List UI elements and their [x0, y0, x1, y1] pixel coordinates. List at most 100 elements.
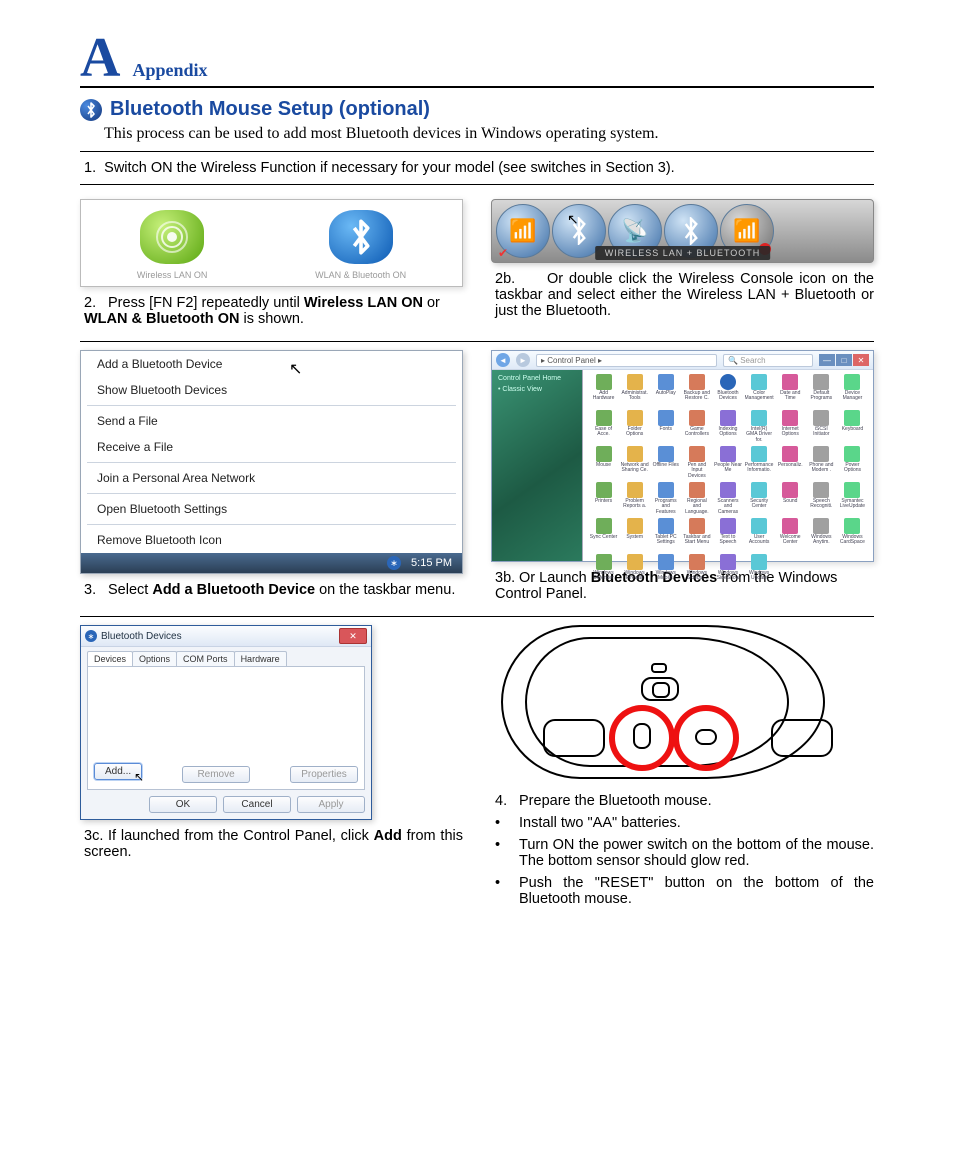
- apply-button[interactable]: Apply: [297, 796, 365, 813]
- wlan-on-icon: [140, 210, 204, 264]
- control-panel-item[interactable]: Bluetooth Devices: [713, 373, 742, 407]
- control-panel-item[interactable]: Mouse: [589, 445, 618, 479]
- control-panel-item[interactable]: Tablet PC Settings: [651, 517, 680, 551]
- menu-remove-bt-icon[interactable]: Remove Bluetooth Icon: [81, 527, 462, 553]
- control-panel-item[interactable]: Pen and Input Devices: [682, 445, 711, 479]
- control-panel-item[interactable]: Windows SideShow: [713, 553, 742, 587]
- check-icon: ✔: [498, 246, 508, 260]
- search-input[interactable]: 🔍 Search: [723, 354, 813, 367]
- control-panel-item[interactable]: Offline Files: [651, 445, 680, 479]
- control-panel-item[interactable]: Programs and Features: [651, 481, 680, 515]
- control-panel-item[interactable]: Windows Defender: [589, 553, 618, 587]
- window-max-icon[interactable]: □: [836, 354, 852, 366]
- control-panel-item[interactable]: Phone and Modem .: [807, 445, 836, 479]
- bluetooth-devices-dialog: ∗ Bluetooth Devices ✕ Devices Options COM…: [80, 625, 372, 820]
- properties-button[interactable]: Properties: [290, 766, 358, 783]
- control-panel-item[interactable]: Symantec LiveUpdate: [838, 481, 867, 515]
- menu-send-file[interactable]: Send a File: [81, 408, 462, 434]
- control-panel-item[interactable]: Game Controllers: [682, 409, 711, 443]
- control-panel-item[interactable]: Keyboard: [838, 409, 867, 443]
- nav-back-icon[interactable]: ◄: [496, 353, 510, 367]
- control-panel-item[interactable]: System: [620, 517, 649, 551]
- ok-button[interactable]: OK: [149, 796, 217, 813]
- control-panel-item[interactable]: Power Options: [838, 445, 867, 479]
- divider: [80, 341, 874, 342]
- menu-join-pan[interactable]: Join a Personal Area Network: [81, 465, 462, 491]
- power-switch-highlight: [609, 705, 675, 771]
- tab-com-ports[interactable]: COM Ports: [176, 651, 235, 666]
- tray-bt-icon[interactable]: ∗: [387, 556, 401, 570]
- control-panel-item[interactable]: Personaliz.: [776, 445, 805, 479]
- cancel-button[interactable]: Cancel: [223, 796, 291, 813]
- window-close-icon[interactable]: ✕: [853, 354, 869, 366]
- menu-show-bt-devices[interactable]: Show Bluetooth Devices: [81, 377, 462, 403]
- control-panel-item[interactable]: Sound: [776, 481, 805, 515]
- control-panel-item[interactable]: Scanners and Cameras: [713, 481, 742, 515]
- control-panel-item[interactable]: Folder Options: [620, 409, 649, 443]
- control-panel-item[interactable]: Text to Speech: [713, 517, 742, 551]
- control-panel-item[interactable]: Windows Firewall: [620, 553, 649, 587]
- step-1: 1. Switch ON the Wireless Function if ne…: [84, 160, 874, 176]
- control-panel-item[interactable]: Default Programs: [807, 373, 836, 407]
- intro-text: This process can be used to add most Blu…: [104, 125, 874, 143]
- chapter-letter: A: [80, 30, 120, 86]
- mouse-bottom-diagram: [491, 625, 874, 785]
- control-panel-item[interactable]: Indexing Options: [713, 409, 742, 443]
- menu-open-bt-settings[interactable]: Open Bluetooth Settings: [81, 496, 462, 522]
- control-panel-item[interactable]: AutoPlay: [651, 373, 680, 407]
- address-bar[interactable]: ▸ Control Panel ▸: [536, 354, 717, 367]
- control-panel-item[interactable]: Administrat. Tools: [620, 373, 649, 407]
- control-panel-item[interactable]: Welcome Center: [776, 517, 805, 551]
- control-panel-item[interactable]: People Near Me: [713, 445, 742, 479]
- tab-hardware[interactable]: Hardware: [234, 651, 287, 666]
- remove-button[interactable]: Remove: [182, 766, 250, 783]
- control-panel-item[interactable]: Problem Reports a.: [620, 481, 649, 515]
- toolbar-label: WIRELESS LAN + BLUETOOTH: [595, 246, 771, 260]
- control-panel-item[interactable]: Color Management: [745, 373, 774, 407]
- nav-fwd-icon[interactable]: ►: [516, 353, 530, 367]
- control-panel-item[interactable]: Windows Update: [745, 553, 774, 587]
- control-panel-item[interactable]: Windows Anytim.: [807, 517, 836, 551]
- control-panel-item[interactable]: Ease of Acce.: [589, 409, 618, 443]
- control-panel-item[interactable]: Performance Informatio.: [745, 445, 774, 479]
- dialog-close-button[interactable]: ✕: [339, 628, 367, 644]
- cp-classic-view-link[interactable]: • Classic View: [498, 386, 576, 393]
- control-panel-item[interactable]: Internet Options: [776, 409, 805, 443]
- step-2b: 2b.Or double click the Wireless Console …: [495, 271, 874, 319]
- control-panel-item[interactable]: Windows Mobilit.: [651, 553, 680, 587]
- step-3: 3.Select Add a Bluetooth Device on the t…: [84, 582, 463, 598]
- window-min-icon[interactable]: —: [819, 354, 835, 366]
- control-panel-item[interactable]: Printers: [589, 481, 618, 515]
- reset-button-highlight: [673, 705, 739, 771]
- control-panel-item[interactable]: Date and Time: [776, 373, 805, 407]
- wireless-status-figure: Wireless LAN ON WLAN & Bluetooth ON: [80, 199, 463, 287]
- tab-devices[interactable]: Devices: [87, 651, 133, 666]
- cp-home-link[interactable]: Control Panel Home: [498, 375, 576, 382]
- tab-options[interactable]: Options: [132, 651, 177, 666]
- dialog-bt-icon: ∗: [85, 630, 97, 642]
- control-panel-item[interactable]: Security Center: [745, 481, 774, 515]
- bluetooth-icon: [80, 99, 102, 121]
- appendix-label: Appendix: [132, 60, 207, 81]
- menu-add-bt-device[interactable]: Add a Bluetooth Device: [81, 351, 462, 377]
- control-panel-item[interactable]: Taskbar and Start Menu: [682, 517, 711, 551]
- control-panel-item[interactable]: User Accounts: [745, 517, 774, 551]
- menu-receive-file[interactable]: Receive a File: [81, 434, 462, 460]
- control-panel-item[interactable]: Device Manager: [838, 373, 867, 407]
- page-title: Bluetooth Mouse Setup (optional): [110, 98, 430, 121]
- wlan-bt-on-icon: [329, 210, 393, 264]
- control-panel-item[interactable]: Windows Sidebar .: [682, 553, 711, 587]
- divider: [80, 184, 874, 185]
- control-panel-item[interactable]: Backup and Restore C.: [682, 373, 711, 407]
- control-panel-item[interactable]: Add Hardware: [589, 373, 618, 407]
- control-panel-item[interactable]: Speech Recogniti.: [807, 481, 836, 515]
- control-panel-item[interactable]: Sync Center: [589, 517, 618, 551]
- dialog-title: Bluetooth Devices: [101, 631, 182, 642]
- control-panel-item[interactable]: Fonts: [651, 409, 680, 443]
- control-panel-item[interactable]: Network and Sharing Ce.: [620, 445, 649, 479]
- wireless-console-toolbar: 📶 ↖ 📡 📶 ✔ WIRELESS LAN + BLUETOOTH: [491, 199, 874, 263]
- control-panel-item[interactable]: Intel(R) GMA Driver for.: [745, 409, 774, 443]
- control-panel-item[interactable]: Windows CardSpace: [838, 517, 867, 551]
- control-panel-item[interactable]: iSCSI Initiator: [807, 409, 836, 443]
- control-panel-item[interactable]: Regional and Language.: [682, 481, 711, 515]
